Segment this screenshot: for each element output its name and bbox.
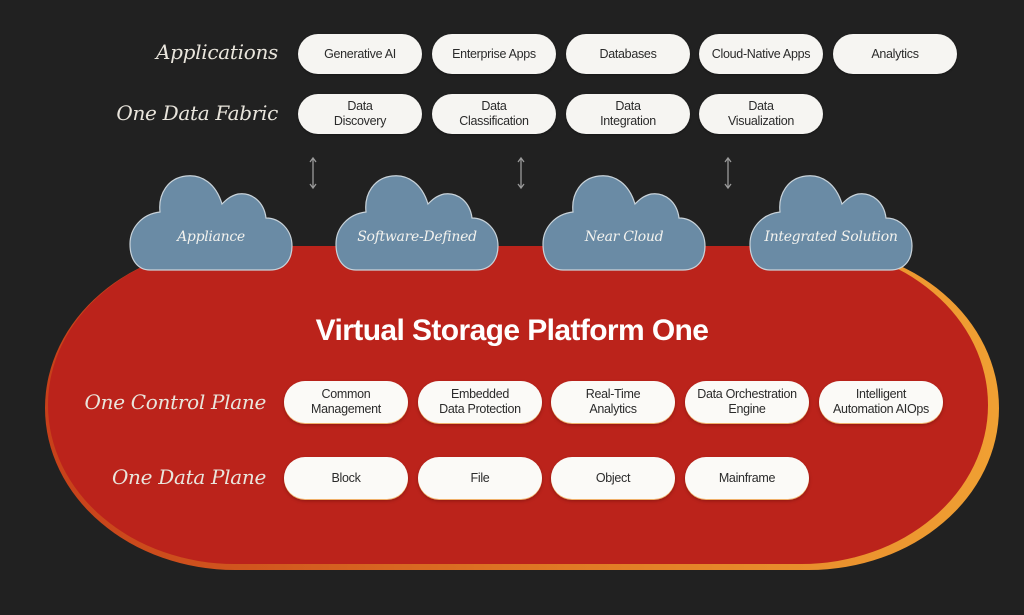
bidirectional-arrow-icon (517, 156, 525, 190)
fabric-data-classification[interactable]: Data Classification (432, 94, 556, 134)
pill-line: Engine (728, 402, 766, 416)
pill-line: Data (481, 99, 507, 113)
control-embedded-data-protection[interactable]: Embedded Data Protection (418, 381, 542, 423)
cloud-label: Integrated Solution (764, 229, 898, 245)
cloud-appliance[interactable]: Appliance (128, 172, 294, 272)
pill-line: Visualization (727, 114, 795, 128)
applications-label: Applications (156, 40, 278, 64)
platform-title: Virtual Storage Platform One (315, 314, 709, 347)
control-data-orchestration-engine[interactable]: Data Orchestration Engine (685, 381, 809, 423)
app-generative-ai[interactable]: Generative AI (298, 34, 422, 74)
cloud-integrated-solution[interactable]: Integrated Solution (748, 172, 914, 272)
pill-line: Data (748, 99, 774, 113)
data-plane-block[interactable]: Block (284, 457, 408, 499)
control-intelligent-automation-aiops[interactable]: Intelligent Automation AIOps (819, 381, 943, 423)
pill-line: Intelligent (855, 387, 907, 401)
cloud-icon (542, 175, 706, 271)
control-common-management[interactable]: Common Management (284, 381, 408, 423)
fabric-data-discovery[interactable]: Data Discovery (298, 94, 422, 134)
app-enterprise-apps[interactable]: Enterprise Apps (432, 34, 556, 74)
cloud-label: Near Cloud (584, 229, 664, 245)
cloud-near-cloud[interactable]: Near Cloud (541, 172, 707, 272)
pill-line: Management (311, 402, 381, 416)
control-real-time-analytics[interactable]: Real-Time Analytics (551, 381, 675, 423)
data-plane-file[interactable]: File (418, 457, 542, 499)
cloud-icon (335, 175, 499, 271)
data-plane-mainframe[interactable]: Mainframe (685, 457, 809, 499)
pill-line: Discovery (333, 114, 387, 128)
data-fabric-label: One Data Fabric (116, 101, 278, 125)
cloud-icon (129, 175, 293, 271)
app-analytics[interactable]: Analytics (833, 34, 957, 74)
cloud-label: Software-Defined (357, 229, 477, 245)
pill-line: Automation AIOps (833, 402, 929, 416)
control-plane-label: One Control Plane (84, 390, 267, 414)
pill-line: Analytics (589, 402, 637, 416)
fabric-data-integration[interactable]: Data Integration (566, 94, 690, 134)
pill-line: Data Orchestration (697, 387, 797, 401)
bidirectional-arrow-icon (724, 156, 732, 190)
bidirectional-arrow-icon (309, 156, 317, 190)
pill-line: Common (321, 387, 371, 401)
data-plane-label: One Data Plane (111, 465, 266, 489)
pill-line: Data (347, 99, 373, 113)
fabric-data-visualization[interactable]: Data Visualization (699, 94, 823, 134)
pill-line: Data (615, 99, 641, 113)
app-cloud-native-apps[interactable]: Cloud-Native Apps (699, 34, 823, 74)
pill-line: Data Protection (439, 402, 521, 416)
cloud-icon (749, 175, 913, 271)
cloud-label: Appliance (177, 229, 245, 245)
app-databases[interactable]: Databases (566, 34, 690, 74)
pill-line: Real-Time (585, 387, 641, 401)
pill-line: Integration (600, 114, 656, 128)
data-plane-object[interactable]: Object (551, 457, 675, 499)
pill-line: Embedded (450, 387, 510, 401)
pill-line: Classification (459, 114, 529, 128)
cloud-software-defined[interactable]: Software-Defined (334, 172, 500, 272)
